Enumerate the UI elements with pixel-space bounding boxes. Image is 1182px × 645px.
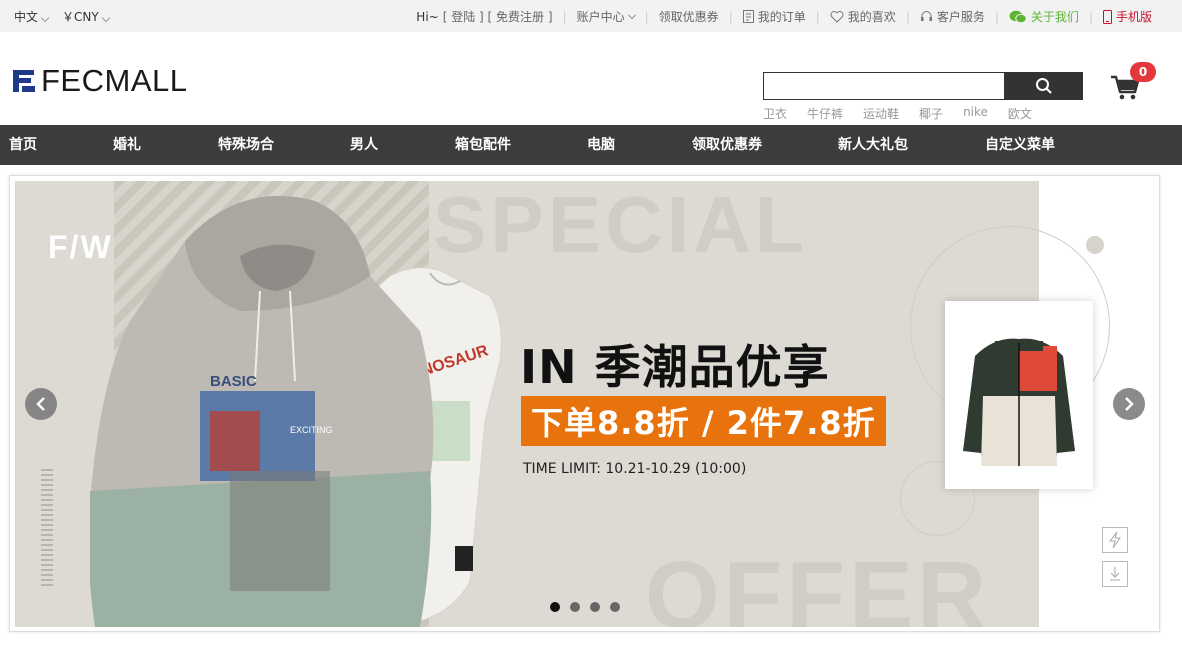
hot-word-link[interactable]: 运动鞋 [863, 105, 899, 122]
product-hoodie-image: DINOSAUR BASIC EXCITING [90, 196, 502, 627]
hot-word-link[interactable]: 欧文 [1008, 105, 1032, 122]
hot-word-link[interactable]: 卫衣 [763, 105, 787, 122]
mobile-link[interactable]: 手机版 [1102, 8, 1152, 25]
hot-word-link[interactable]: 牛仔裤 [807, 105, 843, 122]
follow-label: 关于我们 [1030, 10, 1079, 24]
wechat-icon [1009, 10, 1027, 23]
account-center-label: 账户中心 [576, 10, 625, 24]
currency-selector[interactable]: ￥CNY [62, 8, 110, 25]
divider: | [644, 9, 649, 24]
carousel-pagination [550, 602, 620, 612]
favorites-link[interactable]: 我的喜欢 [830, 8, 896, 25]
nav-item-special-occasions[interactable]: 特殊场合 [218, 125, 274, 165]
divider: | [994, 9, 999, 24]
download-icon-button[interactable] [1102, 561, 1128, 587]
site-logo[interactable]: FECMALL [9, 65, 187, 96]
nav-item-bags-accessories[interactable]: 箱包配件 [455, 125, 511, 165]
flash-sale-icon[interactable] [1102, 527, 1128, 553]
hoodie-text: BASIC [210, 373, 257, 390]
chevron-down-icon [627, 10, 636, 19]
featured-jacket-card[interactable] [945, 301, 1093, 489]
hot-search-words: 卫衣 牛仔裤 运动鞋 椰子 nike 欧文 [763, 105, 1032, 122]
login-link[interactable]: 登陆 [451, 8, 475, 25]
promo-discount-badge: 下单8.8折 / 2件7.8折 [521, 396, 886, 446]
greeting: Hi~ [416, 9, 439, 24]
document-icon [742, 10, 754, 23]
nav-item-home[interactable]: 首页 [9, 125, 37, 165]
coupons-link[interactable]: 领取优惠券 [659, 8, 719, 25]
chevron-right-icon [1125, 397, 1134, 411]
lightning-icon [1108, 531, 1121, 549]
divider: | [562, 9, 567, 24]
divider: | [905, 9, 910, 24]
nav-item-computers[interactable]: 电脑 [587, 125, 615, 165]
carousel-dot[interactable] [610, 602, 620, 612]
carousel-slide[interactable]: SPECIAL OFFER F/W DINOSAUR BASIC EXCITIN… [15, 181, 1154, 627]
search-input[interactable] [763, 72, 1005, 100]
promo-headline: IN 季潮品优享 [520, 340, 830, 394]
mobile-label: 手机版 [1115, 10, 1152, 24]
chevron-down-icon [101, 13, 110, 23]
logo-text: FECMALL [41, 63, 188, 98]
nav-item-men[interactable]: 男人 [350, 125, 378, 165]
carousel-next-button[interactable] [1113, 388, 1145, 420]
nav-item-coupons[interactable]: 领取优惠券 [692, 125, 762, 165]
heart-icon [830, 10, 844, 23]
search-icon [1036, 78, 1052, 94]
account-center-menu[interactable]: 账户中心 [576, 8, 636, 25]
divider: | [815, 9, 820, 24]
deco-dot [1086, 236, 1104, 254]
login-group: [ 登陆 ] [ 免费注册 ] [442, 8, 553, 25]
headset-icon [920, 11, 932, 21]
nav-item-new-user-gift[interactable]: 新人大礼包 [838, 125, 908, 165]
nav-item-wedding[interactable]: 婚礼 [113, 125, 141, 165]
carousel-dot[interactable] [550, 602, 560, 612]
carousel-dot[interactable] [570, 602, 580, 612]
hot-word-link[interactable]: 椰子 [919, 105, 943, 122]
product-jacket-image [963, 338, 1075, 466]
hot-word-link[interactable]: nike [963, 105, 988, 122]
chevron-left-icon [36, 397, 45, 411]
my-orders-link[interactable]: 我的订单 [742, 8, 806, 25]
main-nav: 首页 婚礼 特殊场合 男人 箱包配件 电脑 领取优惠券 新人大礼包 自定义菜单 [0, 125, 1182, 165]
register-link[interactable]: 免费注册 [496, 8, 544, 25]
download-icon [1110, 567, 1120, 581]
bg-word-bottom: OFFER [645, 542, 991, 627]
follow-link[interactable]: 关于我们 [1009, 8, 1079, 25]
my-orders-label: 我的订单 [757, 10, 806, 24]
carousel-dot[interactable] [590, 602, 600, 612]
vertical-fine-print [41, 466, 53, 586]
customer-service-label: 客户服务 [936, 10, 985, 24]
chevron-down-icon [40, 13, 50, 23]
hoodie-sub-text: EXCITING [290, 425, 333, 435]
nav-item-custom-menu[interactable]: 自定义菜单 [985, 125, 1055, 165]
search-button[interactable] [1005, 72, 1083, 100]
promo-time-limit: TIME LIMIT: 10.21-10.29 (10:00) [523, 461, 747, 477]
top-utility-bar: 中文 ￥CNY Hi~ [ 登陆 ] [ 免费注册 ] | 账户中心 | 领取优… [0, 0, 1182, 32]
hero-carousel: SPECIAL OFFER F/W DINOSAUR BASIC EXCITIN… [9, 175, 1160, 632]
logo-mark-icon [13, 69, 35, 92]
currency-label: ￥CNY [62, 10, 99, 24]
divider: | [1088, 9, 1093, 24]
customer-service-link[interactable]: 客户服务 [920, 8, 985, 25]
divider: | [728, 9, 733, 24]
cart-count-badge: 0 [1130, 62, 1156, 82]
language-selector[interactable]: 中文 [14, 8, 50, 25]
carousel-prev-button[interactable] [25, 388, 57, 420]
language-label: 中文 [14, 10, 39, 24]
phone-icon [1102, 9, 1112, 24]
favorites-label: 我的喜欢 [847, 10, 896, 24]
